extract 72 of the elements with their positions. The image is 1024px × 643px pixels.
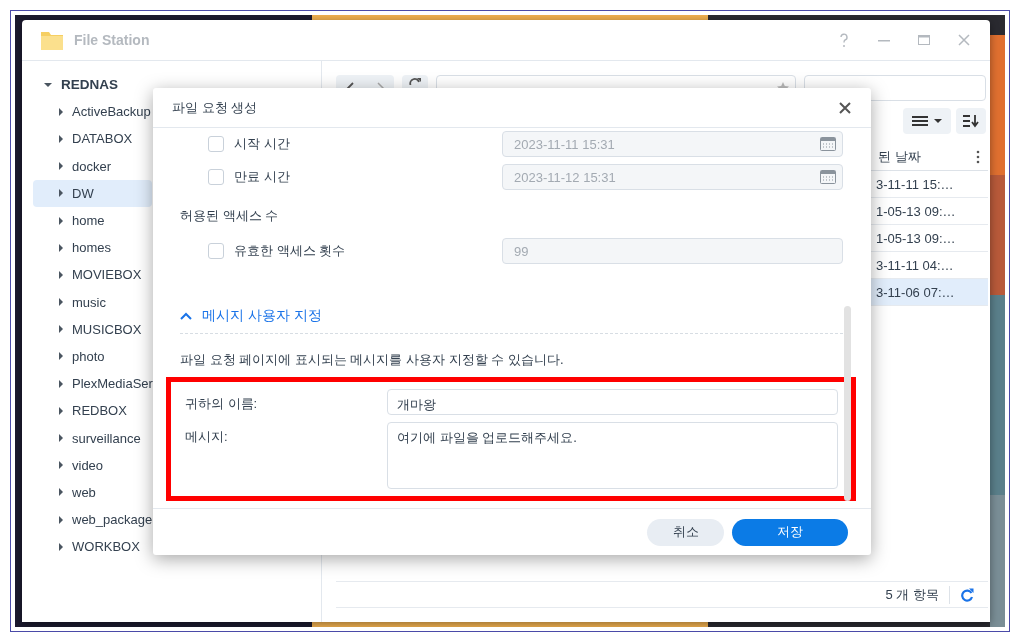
field-value: 2023-11-12 15:31 <box>514 169 616 185</box>
expand-caret-icon <box>59 216 63 225</box>
expand-caret-icon <box>59 461 63 470</box>
folder-item[interactable]: web <box>33 478 152 506</box>
message-field[interactable]: 여기에 파일을 업로드해주세요. <box>387 422 838 489</box>
table-cell: 3-11-06 07:… <box>876 284 955 300</box>
folder-item[interactable]: docker <box>33 152 152 180</box>
table-cell: 3-11-11 04:… <box>876 257 954 273</box>
dialog-title: 파일 요청 생성 <box>172 98 258 117</box>
expand-caret-icon <box>59 488 63 497</box>
more-icon[interactable] <box>976 150 980 164</box>
checkbox-label: 만료 시간 <box>234 168 291 186</box>
table-cell: 1-05-13 09:… <box>876 203 956 219</box>
name-field[interactable]: 개마왕 <box>387 389 838 415</box>
table-cell: 1-05-13 09:… <box>876 230 956 246</box>
calendar-icon <box>820 170 836 184</box>
caret-icon <box>934 118 942 124</box>
folder-item[interactable]: MOVIEBOX <box>33 261 152 289</box>
folder-item[interactable]: homes <box>33 234 152 262</box>
expand-caret-icon <box>59 352 63 361</box>
folder-item[interactable]: surveillance <box>33 424 152 452</box>
expand-caret-icon <box>59 379 63 388</box>
expand-caret-icon <box>59 189 63 198</box>
field-value: 2023-11-11 15:31 <box>514 136 615 152</box>
collapse-chevron-icon <box>180 312 192 320</box>
table-cell: 3-11-11 15:… <box>876 176 954 192</box>
expand-caret-icon <box>59 434 63 443</box>
expand-caret-icon <box>59 162 63 171</box>
sort-icon <box>963 114 979 128</box>
expand-caret-icon <box>59 515 63 524</box>
field-value: 99 <box>514 243 529 259</box>
refresh-icon <box>409 78 421 85</box>
checkbox-label: 유효한 액세스 횟수 <box>234 242 347 260</box>
folder-item[interactable]: PlexMediaSer <box>33 370 152 398</box>
folder-item[interactable]: WORKBOX <box>33 533 152 561</box>
expand-caret-icon <box>59 134 63 143</box>
sort-button[interactable] <box>956 108 986 134</box>
field-label: 메시지: <box>185 428 229 446</box>
save-button[interactable]: 저장 <box>732 518 848 546</box>
list-icon <box>912 115 928 127</box>
tree-item[interactable]: REDNAS <box>61 77 118 93</box>
expand-caret-icon <box>59 542 63 551</box>
expand-caret-icon <box>59 325 63 334</box>
description-text: 파일 요청 페이지에 표시되는 메시지를 사용자 지정할 수 있습니다. <box>180 351 565 369</box>
folder-item[interactable]: photo <box>33 342 152 371</box>
expand-caret-icon <box>59 243 63 252</box>
folder-item[interactable]: ActiveBackup <box>33 98 152 126</box>
expand-caret-icon <box>59 406 63 415</box>
section-label: 허용된 액세스 수 <box>180 207 280 225</box>
folder-item[interactable]: video <box>33 451 152 479</box>
expand-caret-icon <box>59 298 63 307</box>
item-count: 5 개 항목 <box>885 585 939 604</box>
view-mode-button[interactable] <box>903 108 951 134</box>
checkbox-label: 시작 시간 <box>234 135 291 153</box>
folder-item[interactable]: home <box>33 206 152 235</box>
expand-caret-icon <box>59 107 63 116</box>
field-label: 귀하의 이름: <box>185 395 259 413</box>
section-header[interactable]: 메시지 사용자 지정 <box>180 307 843 334</box>
folder-item[interactable]: web_package <box>33 506 152 534</box>
folder-item[interactable]: MUSICBOX <box>33 315 152 343</box>
column-header[interactable]: 된 날짜 <box>876 148 976 166</box>
refresh-icon[interactable] <box>960 587 974 602</box>
folder-item[interactable]: music <box>33 288 152 316</box>
folder-item[interactable]: DATABOX <box>33 125 152 153</box>
expand-caret-icon <box>59 270 63 279</box>
folder-item[interactable]: DW <box>33 179 152 207</box>
window-title: File Station <box>74 32 150 48</box>
calendar-icon <box>820 137 836 151</box>
folder-item[interactable]: REDBOX <box>33 397 152 425</box>
close-icon[interactable] <box>839 101 851 114</box>
cancel-button[interactable]: 취소 <box>647 518 724 546</box>
scrollbar[interactable] <box>844 306 851 501</box>
